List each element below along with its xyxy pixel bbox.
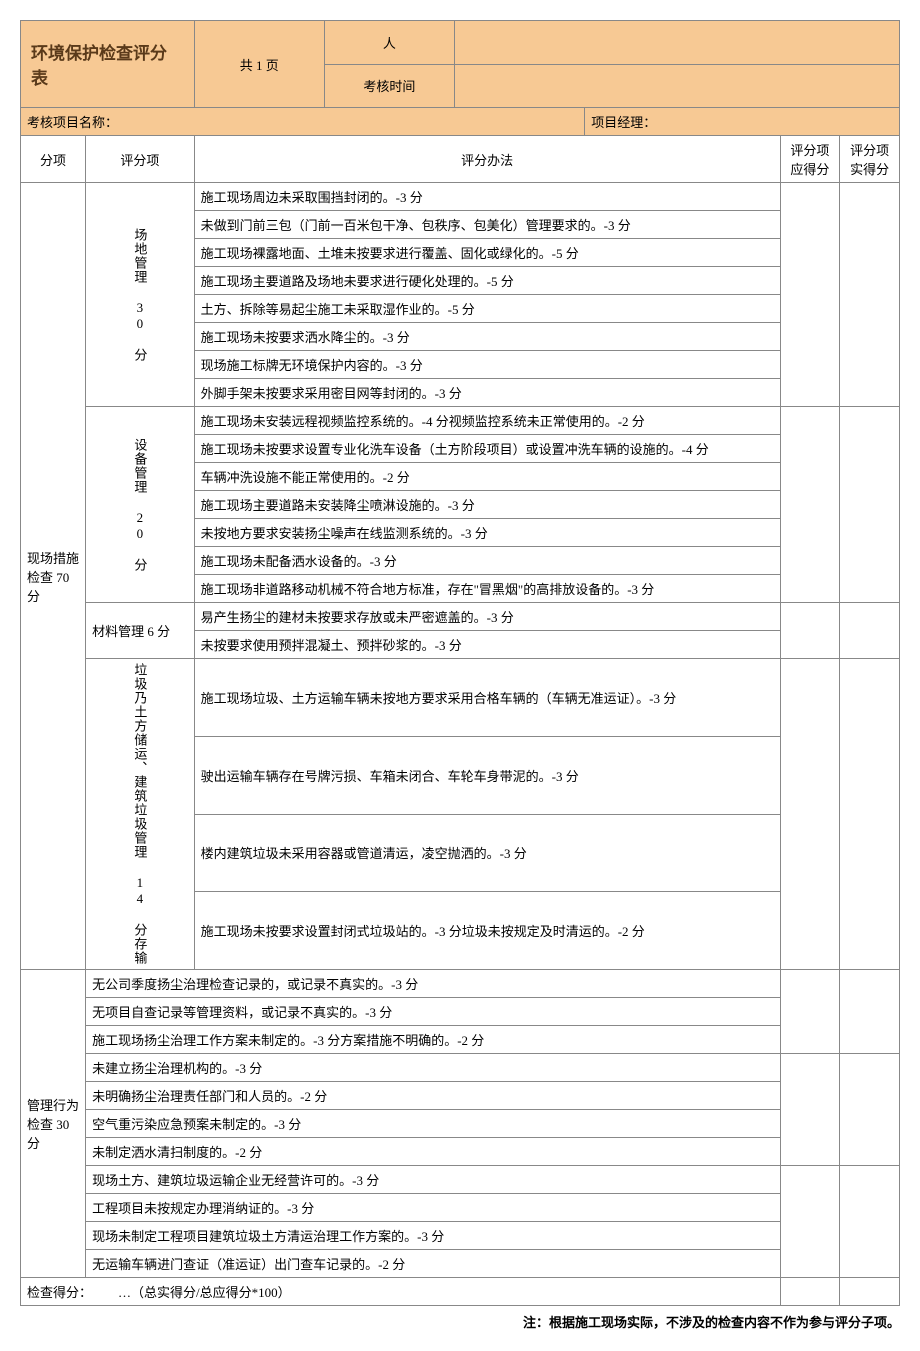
score-should-cell[interactable] <box>780 183 840 407</box>
criteria-cell: 施工现场未按要求设置封闭式垃圾站的。-3 分垃圾未按规定及时清运的。-2 分 <box>194 892 780 970</box>
col-method: 评分办法 <box>194 136 780 183</box>
sub-equipment-manage: 设备管理 20 分 <box>86 407 195 603</box>
criteria-cell: 未按要求使用预拌混凝土、预拌砂浆的。-3 分 <box>194 631 780 659</box>
criteria-cell: 车辆冲洗设施不能正常使用的。-2 分 <box>194 463 780 491</box>
col-subitem: 评分项 <box>86 136 195 183</box>
table-row: 工程项目未按规定办理消纳证的。-3 分 <box>21 1194 900 1222</box>
header-row-1: 环境保护检查评分表 共 1 页 人 <box>21 21 900 65</box>
criteria-cell: 未按地方要求安装扬尘噪声在线监测系统的。-3 分 <box>194 519 780 547</box>
table-row: 未明确扬尘治理责任部门和人员的。-2 分 <box>21 1082 900 1110</box>
criteria-cell: 无项目自查记录等管理资料，或记录不真实的。-3 分 <box>86 998 780 1026</box>
table-row: 现场土方、建筑垃圾运输企业无经营许可的。-3 分 <box>21 1166 900 1194</box>
col-category: 分项 <box>21 136 86 183</box>
sub-site-manage: 场地管理 30 分 <box>86 183 195 407</box>
page-info: 共 1 页 <box>194 21 324 108</box>
criteria-cell: 施工现场未按要求洒水降尘的。-3 分 <box>194 323 780 351</box>
criteria-cell: 未建立扬尘治理机构的。-3 分 <box>86 1054 780 1082</box>
criteria-cell: 空气重污染应急预案未制定的。-3 分 <box>86 1110 780 1138</box>
category-management: 管理行为检查 30 分 <box>21 970 86 1278</box>
criteria-cell: 驶出运输车辆存在号牌污损、车箱未闭合、车轮车身带泥的。-3 分 <box>194 736 780 814</box>
project-row: 考核项目名称： 项目经理： <box>21 108 900 136</box>
table-row: 无运输车辆进门查证（准运证）出门查车记录的。-2 分 <box>21 1250 900 1278</box>
score-actual-cell[interactable] <box>840 407 900 603</box>
sub-waste-transport: 垃圾乃土方储运、建筑垃圾管理 14 分存输 <box>86 659 195 970</box>
criteria-cell: 无运输车辆进门查证（准运证）出门查车记录的。-2 分 <box>86 1250 780 1278</box>
time-label: 考核时间 <box>324 64 454 108</box>
criteria-cell: 现场未制定工程项目建筑垃圾土方清运治理工作方案的。-3 分 <box>86 1222 780 1250</box>
person-label: 人 <box>324 21 454 65</box>
table-row: 未制定洒水清扫制度的。-2 分 <box>21 1138 900 1166</box>
criteria-cell: 工程项目未按规定办理消纳证的。-3 分 <box>86 1194 780 1222</box>
criteria-cell: 施工现场垃圾、土方运输车辆未按地方要求采用合格车辆的（车辆无准运证）。-3 分 <box>194 659 780 737</box>
check-score-formula: …（总实得分/总应得分*100） <box>118 1285 291 1300</box>
table-row: 现场措施检查 70 分 场地管理 30 分 施工现场周边未采取围挡封闭的。-3 … <box>21 183 900 211</box>
criteria-cell: 施工现场裸露地面、土堆未按要求进行覆盖、固化或绿化的。-5 分 <box>194 239 780 267</box>
criteria-cell: 土方、拆除等易起尘施工未采取湿作业的。-5 分 <box>194 295 780 323</box>
score-should-cell[interactable] <box>780 603 840 659</box>
table-row: 空气重污染应急预案未制定的。-3 分 <box>21 1110 900 1138</box>
criteria-cell: 施工现场未安装远程视频监控系统的。-4 分视频监控系统未正常使用的。-2 分 <box>194 407 780 435</box>
score-actual-cell[interactable] <box>840 970 900 1054</box>
table-row: 垃圾乃土方储运、建筑垃圾管理 14 分存输 施工现场垃圾、土方运输车辆未按地方要… <box>21 659 900 737</box>
criteria-cell: 未做到门前三包（门前一百米包干净、包秩序、包美化）管理要求的。-3 分 <box>194 211 780 239</box>
table-row: 未建立扬尘治理机构的。-3 分 <box>21 1054 900 1082</box>
sub-material-manage: 材料管理 6 分 <box>86 603 195 659</box>
criteria-cell: 楼内建筑垃圾未采用容器或管道清运，凌空抛洒的。-3 分 <box>194 814 780 892</box>
time-value[interactable] <box>455 64 900 108</box>
criteria-cell: 未明确扬尘治理责任部门和人员的。-2 分 <box>86 1082 780 1110</box>
criteria-cell: 施工现场周边未采取围挡封闭的。-3 分 <box>194 183 780 211</box>
table-row: 设备管理 20 分 施工现场未安装远程视频监控系统的。-4 分视频监控系统未正常… <box>21 407 900 435</box>
manager-label[interactable]: 项目经理： <box>585 108 900 136</box>
criteria-cell: 施工现场主要道路及场地未要求进行硬化处理的。-5 分 <box>194 267 780 295</box>
score-actual-cell[interactable] <box>840 659 900 970</box>
check-score-label: 检查得分： <box>27 1285 92 1300</box>
criteria-cell: 外脚手架未按要求采用密目网等封闭的。-3 分 <box>194 379 780 407</box>
table-row: 施工现场扬尘治理工作方案未制定的。-3 分方案措施不明确的。-2 分 <box>21 1026 900 1054</box>
score-should-cell[interactable] <box>780 659 840 970</box>
score-actual-cell[interactable] <box>840 1166 900 1278</box>
table-row: 无项目自查记录等管理资料，或记录不真实的。-3 分 <box>21 998 900 1026</box>
criteria-cell: 施工现场未按要求设置专业化洗车设备（土方阶段项目）或设置冲洗车辆的设施的。-4 … <box>194 435 780 463</box>
criteria-cell: 施工现场主要道路未安装降尘喷淋设施的。-3 分 <box>194 491 780 519</box>
scoring-table: 环境保护检查评分表 共 1 页 人 考核时间 考核项目名称： 项目经理： 分项 … <box>20 20 900 1306</box>
criteria-cell: 施工现场未配备洒水设备的。-3 分 <box>194 547 780 575</box>
check-score-cell[interactable]: 检查得分： …（总实得分/总应得分*100） <box>21 1278 781 1306</box>
criteria-cell: 无公司季度扬尘治理检查记录的，或记录不真实的。-3 分 <box>86 970 780 998</box>
category-onsite: 现场措施检查 70 分 <box>21 183 86 970</box>
column-header-row: 分项 评分项 评分办法 评分项应得分 评分项实得分 <box>21 136 900 183</box>
project-name-label[interactable]: 考核项目名称： <box>21 108 585 136</box>
score-actual-cell[interactable] <box>840 183 900 407</box>
score-should-cell[interactable] <box>780 1054 840 1166</box>
col-score-actual: 评分项实得分 <box>840 136 900 183</box>
score-should-cell[interactable] <box>780 407 840 603</box>
footnote: 注：根据施工现场实际，不涉及的检查内容不作为参与评分子项。 <box>20 1306 900 1331</box>
table-row: 材料管理 6 分 易产生扬尘的建材未按要求存放或未严密遮盖的。-3 分 <box>21 603 900 631</box>
col-score-should: 评分项应得分 <box>780 136 840 183</box>
footer-actual-cell[interactable] <box>840 1278 900 1306</box>
criteria-cell: 施工现场非道路移动机械不符合地方标准，存在"冒黑烟"的高排放设备的。-3 分 <box>194 575 780 603</box>
form-title: 环境保护检查评分表 <box>21 21 195 108</box>
criteria-cell: 现场施工标牌无环境保护内容的。-3 分 <box>194 351 780 379</box>
table-row: 现场未制定工程项目建筑垃圾土方清运治理工作方案的。-3 分 <box>21 1222 900 1250</box>
footer-should-cell[interactable] <box>780 1278 840 1306</box>
table-row: 管理行为检查 30 分 无公司季度扬尘治理检查记录的，或记录不真实的。-3 分 <box>21 970 900 998</box>
criteria-cell: 施工现场扬尘治理工作方案未制定的。-3 分方案措施不明确的。-2 分 <box>86 1026 780 1054</box>
person-value[interactable] <box>455 21 900 65</box>
criteria-cell: 未制定洒水清扫制度的。-2 分 <box>86 1138 780 1166</box>
criteria-cell: 易产生扬尘的建材未按要求存放或未严密遮盖的。-3 分 <box>194 603 780 631</box>
criteria-cell: 现场土方、建筑垃圾运输企业无经营许可的。-3 分 <box>86 1166 780 1194</box>
score-actual-cell[interactable] <box>840 1054 900 1166</box>
score-should-cell[interactable] <box>780 1166 840 1278</box>
score-actual-cell[interactable] <box>840 603 900 659</box>
footer-score-row: 检查得分： …（总实得分/总应得分*100） <box>21 1278 900 1306</box>
score-should-cell[interactable] <box>780 970 840 1054</box>
